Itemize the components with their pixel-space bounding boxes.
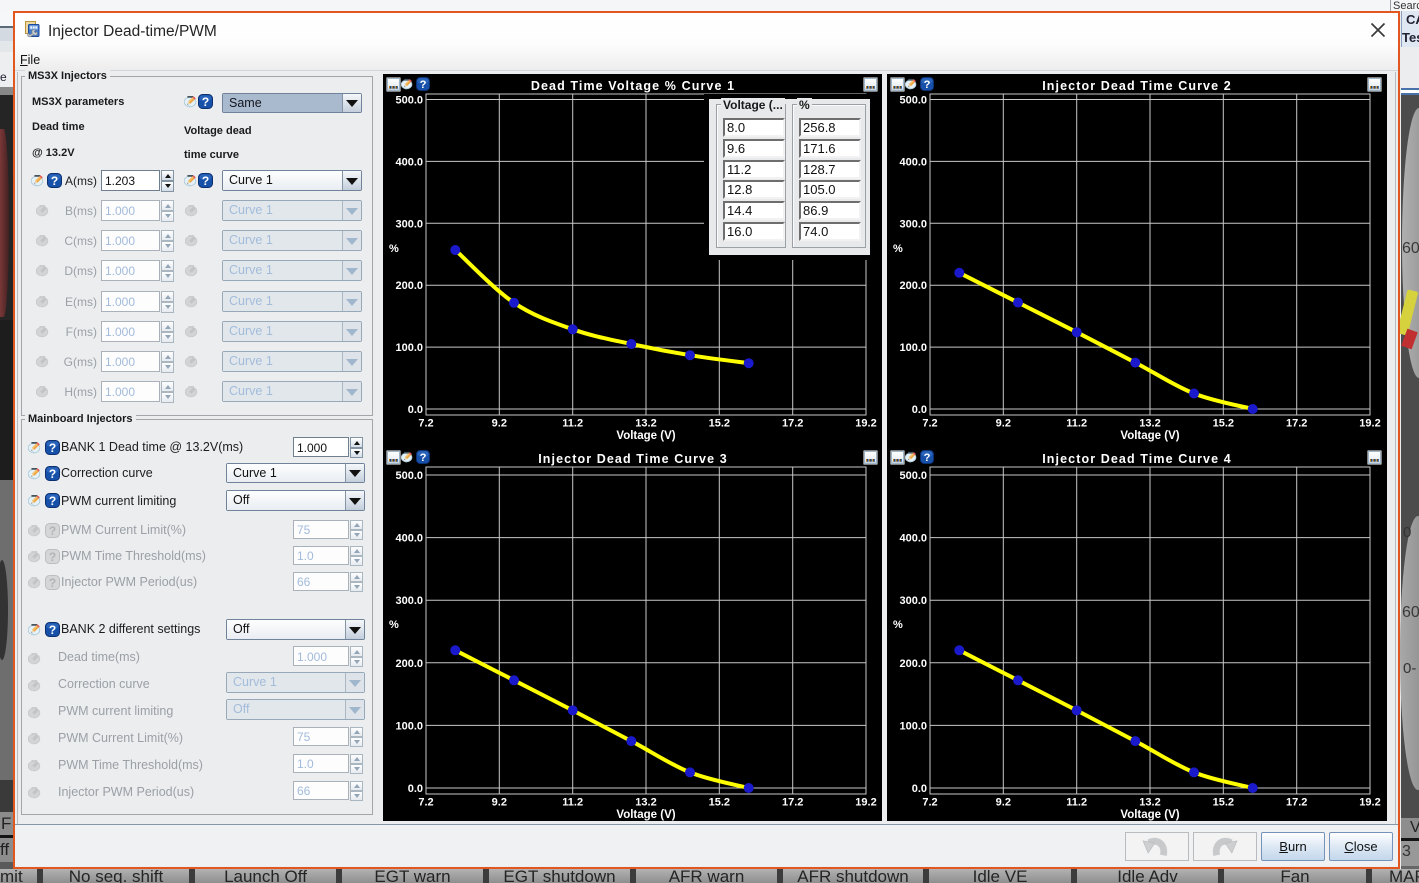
svg-text:200.0: 200.0: [899, 658, 927, 670]
svg-text:500.0: 500.0: [899, 470, 927, 482]
svg-text:300.0: 300.0: [395, 218, 423, 230]
svg-text:15.2: 15.2: [1213, 418, 1234, 430]
svg-text:?: ?: [49, 623, 56, 637]
svg-text:17.2: 17.2: [1286, 418, 1307, 430]
svg-text:0.0: 0.0: [912, 783, 927, 795]
svg-text:%: %: [389, 243, 399, 255]
svg-text:Injector Dead Time Curve 2: Injector Dead Time Curve 2: [1042, 79, 1232, 93]
svg-text:Injector Dead Time Curve 4: Injector Dead Time Curve 4: [1042, 452, 1232, 466]
svg-text:9.2: 9.2: [996, 797, 1011, 809]
svg-text:13.2: 13.2: [1139, 797, 1160, 809]
svg-text:300.0: 300.0: [899, 595, 927, 607]
svg-text:Voltage (V): Voltage (V): [616, 430, 675, 442]
svg-text:400.0: 400.0: [899, 533, 927, 545]
svg-text:?: ?: [924, 452, 931, 464]
svg-text:15.2: 15.2: [709, 418, 730, 430]
svg-text:0.0: 0.0: [408, 404, 423, 416]
svg-text:500.0: 500.0: [395, 470, 423, 482]
svg-text:17.2: 17.2: [1286, 797, 1307, 809]
svg-text:7.2: 7.2: [418, 797, 433, 809]
svg-text:%: %: [893, 243, 903, 255]
svg-text:400.0: 400.0: [395, 533, 423, 545]
svg-text:?: ?: [420, 452, 427, 464]
svg-text:7.2: 7.2: [922, 797, 937, 809]
svg-text:100.0: 100.0: [899, 720, 927, 732]
svg-text:?: ?: [49, 550, 56, 564]
svg-text:200.0: 200.0: [395, 280, 423, 292]
svg-text:7.2: 7.2: [418, 418, 433, 430]
svg-text:?: ?: [49, 441, 56, 455]
svg-text:?: ?: [202, 174, 209, 188]
svg-text:?: ?: [49, 494, 56, 508]
svg-text:17.2: 17.2: [782, 418, 803, 430]
svg-text:7.2: 7.2: [922, 418, 937, 430]
svg-text:200.0: 200.0: [395, 658, 423, 670]
svg-text:13.2: 13.2: [1139, 418, 1160, 430]
svg-text:19.2: 19.2: [1359, 418, 1380, 430]
svg-text:300.0: 300.0: [899, 218, 927, 230]
svg-text:?: ?: [49, 524, 56, 538]
svg-text:100.0: 100.0: [395, 342, 423, 354]
svg-text:0.0: 0.0: [408, 783, 423, 795]
svg-text:?: ?: [420, 79, 427, 91]
svg-text:9.2: 9.2: [996, 418, 1011, 430]
svg-text:15.2: 15.2: [709, 797, 730, 809]
svg-text:100.0: 100.0: [899, 342, 927, 354]
svg-text:500.0: 500.0: [395, 95, 423, 107]
svg-text:0.0: 0.0: [912, 404, 927, 416]
svg-text:?: ?: [924, 79, 931, 91]
svg-text:9.2: 9.2: [492, 797, 507, 809]
svg-text:%: %: [893, 619, 903, 631]
svg-text:Injector Dead Time Curve 3: Injector Dead Time Curve 3: [538, 452, 728, 466]
svg-text:9.2: 9.2: [492, 418, 507, 430]
svg-text:19.2: 19.2: [855, 797, 876, 809]
svg-text:11.2: 11.2: [1066, 418, 1087, 430]
svg-text:13.2: 13.2: [635, 418, 656, 430]
svg-text:11.2: 11.2: [1066, 797, 1087, 809]
svg-text:13.2: 13.2: [635, 797, 656, 809]
svg-text:15.2: 15.2: [1213, 797, 1234, 809]
svg-text:400.0: 400.0: [395, 156, 423, 168]
svg-text:19.2: 19.2: [855, 418, 876, 430]
svg-text:200.0: 200.0: [899, 280, 927, 292]
svg-text:Dead Time Voltage % Curve 1: Dead Time Voltage % Curve 1: [531, 79, 735, 93]
svg-text:Voltage (V): Voltage (V): [1120, 430, 1179, 442]
svg-text:100.0: 100.0: [395, 720, 423, 732]
svg-text:17.2: 17.2: [782, 797, 803, 809]
svg-text:Voltage (V): Voltage (V): [616, 809, 675, 821]
svg-text:11.2: 11.2: [562, 418, 583, 430]
svg-text:?: ?: [202, 95, 209, 109]
svg-text:Voltage (V): Voltage (V): [1120, 809, 1179, 821]
svg-text:300.0: 300.0: [395, 595, 423, 607]
svg-text:%: %: [389, 619, 399, 631]
svg-text:11.2: 11.2: [562, 797, 583, 809]
svg-text:400.0: 400.0: [899, 156, 927, 168]
svg-text:500.0: 500.0: [899, 95, 927, 107]
svg-text:?: ?: [49, 576, 56, 590]
svg-text:?: ?: [49, 467, 56, 481]
svg-text:19.2: 19.2: [1359, 797, 1380, 809]
